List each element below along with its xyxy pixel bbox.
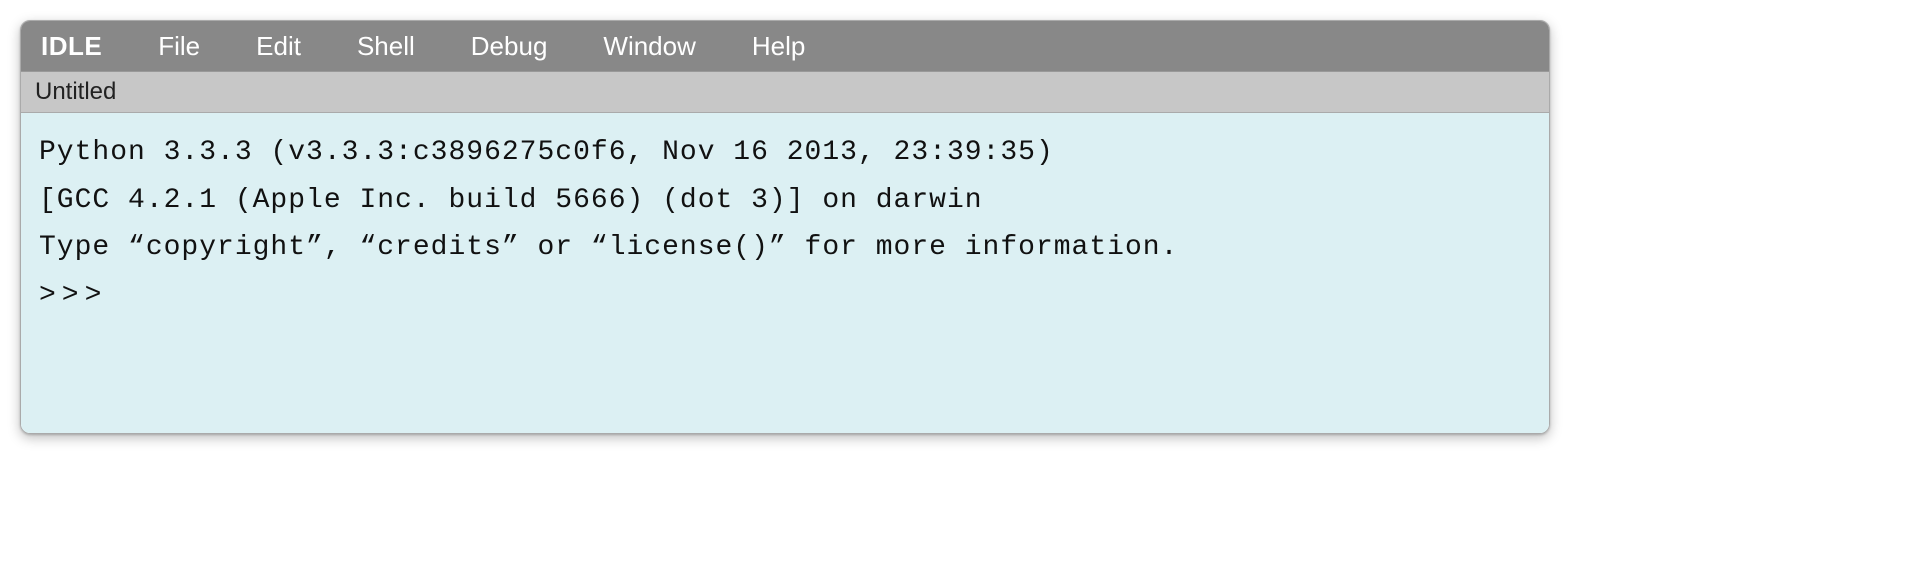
menu-edit[interactable]: Edit <box>228 31 329 62</box>
window-title: Untitled <box>35 78 116 106</box>
menu-shell[interactable]: Shell <box>329 31 443 62</box>
shell-line: Type “copyright”, “credits” or “license(… <box>39 224 1531 272</box>
shell-line: [GCC 4.2.1 (Apple Inc. build 5666) (dot … <box>39 177 1531 225</box>
idle-window: IDLE File Edit Shell Debug Window Help U… <box>20 20 1550 434</box>
menu-file[interactable]: File <box>130 31 228 62</box>
menubar-app-name[interactable]: IDLE <box>35 31 130 62</box>
menubar: IDLE File Edit Shell Debug Window Help <box>21 21 1549 71</box>
shell-prompt[interactable]: >>> <box>39 272 1531 320</box>
menu-window[interactable]: Window <box>575 31 723 62</box>
menu-debug[interactable]: Debug <box>443 31 576 62</box>
shell-line: Python 3.3.3 (v3.3.3:c3896275c0f6, Nov 1… <box>39 129 1531 177</box>
shell-output[interactable]: Python 3.3.3 (v3.3.3:c3896275c0f6, Nov 1… <box>21 113 1549 433</box>
menu-help[interactable]: Help <box>724 31 833 62</box>
titlebar: Untitled <box>21 71 1549 113</box>
